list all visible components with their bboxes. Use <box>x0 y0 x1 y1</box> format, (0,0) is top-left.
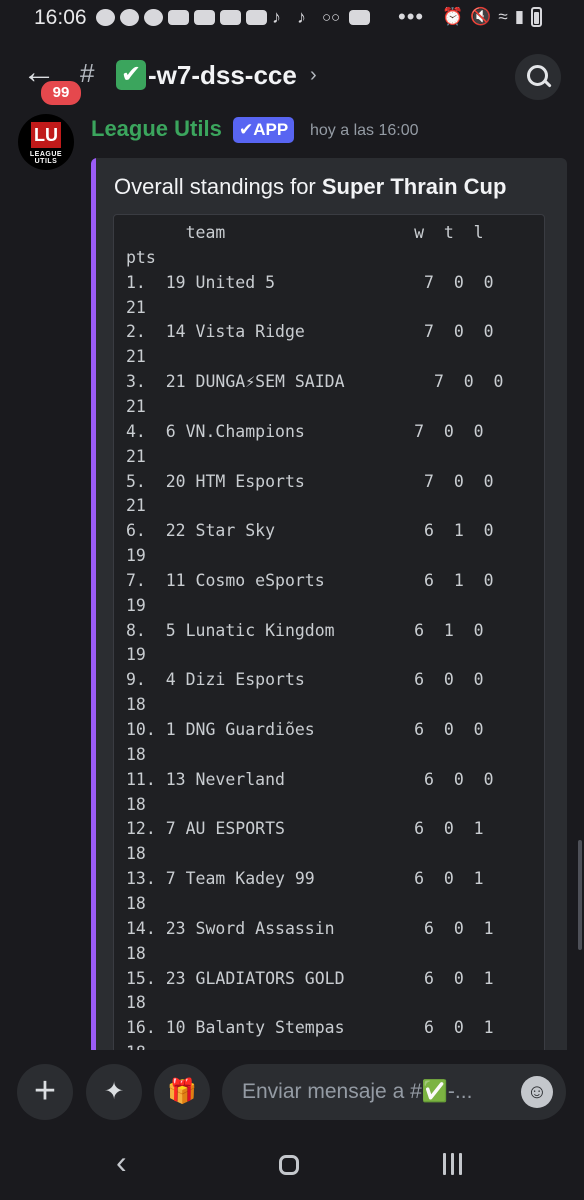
facebook-icon <box>120 9 139 26</box>
status-bar: 16:06 ♪ ♪ ○○ ••• ⏰ 🔇 ≈ ▮ <box>0 0 584 38</box>
facebook-icon <box>144 9 163 26</box>
notification-icons: ♪ ♪ ○○ <box>96 7 370 27</box>
avatar-text: LEAGUE UTILS <box>29 151 63 165</box>
unread-badge: 99 <box>38 78 84 108</box>
standings-line: 21 <box>126 446 146 466</box>
add-attachment-button[interactable]: + <box>17 1064 73 1120</box>
standings-line: 19 <box>126 595 146 615</box>
standings-line: 18 <box>126 744 146 764</box>
gift-button[interactable]: 🎁 <box>154 1064 210 1120</box>
standings-line: 6. 22 Star Sky 6 1 0 <box>126 521 494 541</box>
standings-line: 14. 23 Sword Assassin 6 0 1 <box>126 918 494 938</box>
embed-accent-bar <box>91 158 96 1058</box>
check-emoji-icon: ✔ <box>116 60 146 90</box>
standings-line: 11. 13 Neverland 6 0 0 <box>126 769 494 789</box>
message-author[interactable]: League Utils <box>91 116 222 142</box>
battery-icon <box>531 7 543 27</box>
alarm-icon: ⏰ <box>442 7 464 26</box>
emoji-icon: ☺ <box>526 1081 548 1103</box>
standings-line: 8. 5 Lunatic Kingdom 6 1 0 <box>126 620 484 640</box>
system-icons: ⏰ 🔇 ≈ ▮ <box>442 7 543 27</box>
youtube-icon <box>194 10 215 25</box>
system-nav-bar: ‹ <box>0 1134 584 1200</box>
nav-recents-icon[interactable] <box>443 1153 462 1175</box>
youtube-icon <box>349 10 370 25</box>
app-tag-badge: ✔APP <box>233 117 295 143</box>
clock: 16:06 <box>34 6 87 29</box>
youtube-icon <box>220 10 241 25</box>
standings-line: 18 <box>126 893 146 913</box>
mute-icon: 🔇 <box>470 7 492 26</box>
standings-line: team w t l <box>126 223 484 242</box>
standings-line: 21 <box>126 496 146 516</box>
more-notifications-icon: ••• <box>398 4 425 29</box>
standings-line: 1. 19 United 5 7 0 0 <box>126 272 494 292</box>
gift-icon: 🎁 <box>167 1078 197 1105</box>
standings-line: 15. 23 GLADIATORS GOLD 6 0 1 <box>126 968 494 988</box>
standings-line: 18 <box>126 844 146 864</box>
standings-codeblock: team w t l pts 1. 19 United 5 7 0 0 21 2. 14… <box>113 214 545 1058</box>
standings-line: 3. 21 DUNGA⚡SEM SAIDA 7 0 0 <box>126 372 504 392</box>
standings-line: 4. 6 VN.Champions 7 0 0 <box>126 421 484 441</box>
standings-line: 18 <box>126 695 146 715</box>
scrollbar[interactable] <box>578 840 582 950</box>
facebook-icon <box>96 9 115 26</box>
message-input-placeholder: Enviar mensaje a #✅-... <box>242 1080 473 1103</box>
standings-line: 21 <box>126 297 146 317</box>
message-input[interactable]: Enviar mensaje a #✅-... ☺ <box>222 1064 566 1120</box>
voicemail-icon: ○○ <box>322 9 341 26</box>
standings-line: 10. 1 DNG Guardiões 6 0 0 <box>126 720 484 739</box>
standings-line: 7. 11 Cosmo eSports 6 1 0 <box>126 570 494 590</box>
standings-line: 21 <box>126 347 146 367</box>
standings-line: 21 <box>126 396 146 416</box>
standings-line: 18 <box>126 993 146 1013</box>
chevron-right-icon[interactable]: › <box>310 64 317 87</box>
nav-back-icon[interactable]: ‹ <box>116 1144 127 1181</box>
standings-line: 9. 4 Dizi Esports 6 0 0 <box>126 670 484 690</box>
wifi-icon: ≈ <box>498 7 508 26</box>
message-composer: + ✦ 🎁 Enviar mensaje a #✅-... ☺ <box>0 1050 584 1134</box>
avatar[interactable]: LU LEAGUE UTILS <box>18 114 74 170</box>
standings-line: 19 <box>126 546 146 566</box>
standings-line: 18 <box>126 794 146 814</box>
standings-line: 5. 20 HTM Esports 7 0 0 <box>126 471 494 491</box>
standings-line: 2. 14 Vista Ridge 7 0 0 <box>126 322 494 342</box>
standings-line: 19 <box>126 645 146 665</box>
channel-hash-icon: # <box>80 58 95 88</box>
standings-line: pts <box>126 247 156 267</box>
embed-title-cup: Super Thrain Cup <box>321 174 507 199</box>
standings-line: 13. 7 Team Kadey 99 6 0 1 <box>126 869 484 889</box>
standings-embed: Overall standings for Super Thrain Cup t… <box>91 158 567 1058</box>
standings-line: 12. 7 AU ESPORTS 6 0 1 <box>126 819 484 839</box>
message-timestamp: hoy a las 16:00 <box>310 122 419 139</box>
embed-title-prefix: Overall standings for <box>114 174 322 199</box>
tiktok-icon: ♪ <box>272 7 281 27</box>
tiktok-icon: ♪ <box>297 7 306 27</box>
channel-header: ← 99 # ✔ -w7-dss-cce › <box>0 46 584 108</box>
signal-icon: ▮ <box>514 7 525 26</box>
channel-name[interactable]: -w7-dss-cce <box>148 60 297 91</box>
emoji-button[interactable]: ☺ <box>521 1076 553 1108</box>
youtube-icon <box>168 10 189 25</box>
apps-icon: ✦ <box>103 1078 125 1105</box>
standings-line: 18 <box>126 943 146 963</box>
embed-title: Overall standings for Super Thrain Cup <box>114 174 506 200</box>
youtube-icon <box>246 10 267 25</box>
search-button[interactable] <box>515 54 561 100</box>
league-utils-logo: LU <box>31 122 61 148</box>
apps-button[interactable]: ✦ <box>86 1064 142 1120</box>
nav-home-icon[interactable] <box>279 1155 299 1175</box>
standings-line: 16. 10 Balanty Stempas 6 0 1 <box>126 1018 494 1038</box>
